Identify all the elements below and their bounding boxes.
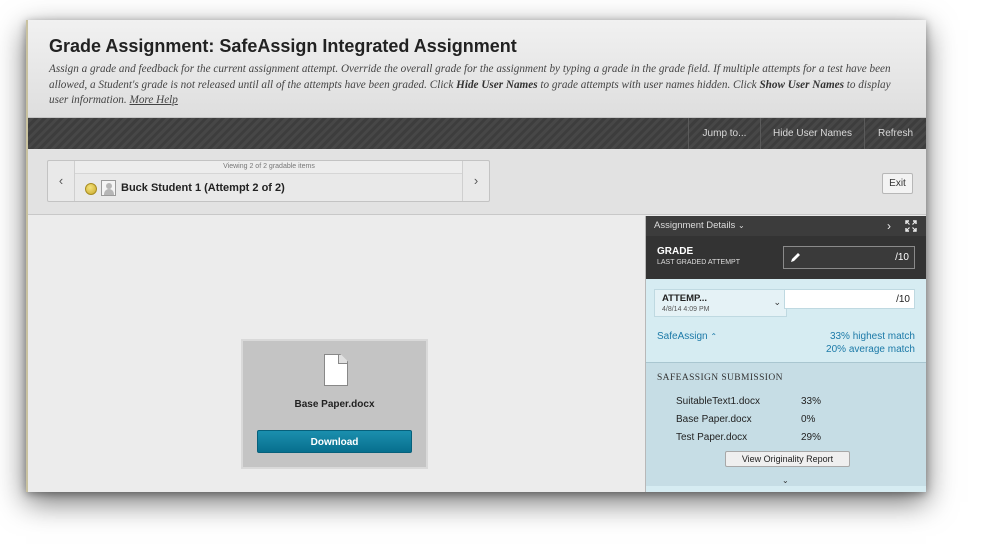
attempt-select[interactable]: ATTEMP... 4/8/14 4:09 PM ⌄ [654, 289, 787, 317]
document-icon [324, 354, 348, 386]
grade-sublabel: LAST GRADED ATTEMPT [657, 259, 740, 266]
grading-side-panel: Assignment Details ⌄ › GRADE LAST GRADED… [645, 216, 926, 492]
hide-user-names-emphasis: Hide User Names [456, 78, 538, 91]
page-header: Grade Assignment: SafeAssign Integrated … [26, 20, 926, 118]
chevron-down-icon: ⌄ [773, 297, 781, 307]
chevron-up-icon: ⌃ [710, 332, 718, 341]
exit-button[interactable]: Exit [882, 173, 913, 194]
student-name[interactable]: Buck Student 1 (Attempt 2 of 2) [121, 182, 285, 194]
file-name: Base Paper.docx [294, 399, 375, 410]
submission-file-name: Base Paper.docx [676, 414, 752, 425]
hide-user-names-button[interactable]: Hide User Names [760, 118, 864, 149]
grade-input[interactable]: /10 [783, 246, 915, 269]
instructions-text: Assign a grade and feedback for the curr… [49, 62, 909, 109]
panel-header: Assignment Details ⌄ › [646, 216, 926, 236]
action-toolbar: Jump to... Hide User Names Refresh [26, 118, 926, 149]
status-indicator-icon [85, 183, 97, 195]
jump-to-button[interactable]: Jump to... [688, 118, 760, 149]
download-button[interactable]: Download [257, 430, 412, 453]
submission-percent: 0% [801, 414, 816, 425]
chevron-left-icon[interactable]: ‹ [48, 161, 75, 201]
attempt-label: ATTEMP... [662, 293, 708, 304]
expand-icon[interactable] [905, 220, 917, 232]
average-match: 20% average match [826, 344, 915, 355]
chevron-right-icon[interactable]: › [462, 161, 489, 201]
chevron-right-icon[interactable]: › [887, 216, 891, 236]
assignment-details-dropdown[interactable]: Assignment Details ⌄ [654, 216, 745, 236]
page-title: Grade Assignment: SafeAssign Integrated … [49, 36, 517, 56]
navigation-row: ‹ Viewing 2 of 2 gradable items Buck Stu… [26, 149, 926, 215]
chevron-down-icon: ⌄ [737, 221, 745, 230]
submission-file-name: SuitableText1.docx [676, 396, 760, 407]
grade-label: GRADE [657, 246, 694, 257]
more-help-link[interactable]: More Help [130, 94, 178, 106]
submission-percent: 33% [801, 396, 822, 407]
chevron-down-icon[interactable]: ⌄ [782, 476, 789, 485]
student-navigator: ‹ Viewing 2 of 2 gradable items Buck Stu… [47, 160, 490, 202]
submission-file-name: Test Paper.docx [676, 432, 748, 443]
avatar [101, 180, 116, 196]
safeassign-label: SafeAssign [657, 331, 708, 342]
submission-row: Test Paper.docx 29% [646, 432, 926, 446]
highest-match: 33% highest match [829, 331, 915, 342]
show-user-names-emphasis: Show User Names [759, 78, 844, 91]
file-card: Base Paper.docx Download [241, 339, 428, 469]
grade-assignment-window: Grade Assignment: SafeAssign Integrated … [26, 20, 926, 492]
viewing-count: Viewing 2 of 2 gradable items [75, 161, 463, 174]
grade-section: GRADE LAST GRADED ATTEMPT /10 [646, 236, 926, 279]
safeassign-toggle[interactable]: SafeAssign ⌃ [657, 331, 717, 342]
view-originality-report-button[interactable]: View Originality Report [725, 451, 850, 467]
submission-row: Base Paper.docx 0% [646, 414, 926, 428]
document-viewer: Base Paper.docx Download [26, 216, 645, 492]
attempt-grade-input[interactable]: /10 [784, 289, 915, 309]
submission-row: SuitableText1.docx 33% [646, 396, 926, 410]
attempt-grade-max: /10 [896, 294, 910, 305]
refresh-button[interactable]: Refresh [864, 118, 926, 149]
grade-max: /10 [895, 252, 909, 263]
instructions-part-2: to grade attempts with user names hidden… [537, 78, 760, 91]
submission-percent: 29% [801, 432, 822, 443]
window-edge [26, 20, 28, 492]
submission-title: SAFEASSIGN SUBMISSION [657, 373, 783, 383]
pencil-icon [791, 253, 800, 262]
attempt-date: 4/8/14 4:09 PM [662, 306, 710, 313]
safeassign-submission: SAFEASSIGN SUBMISSION SuitableText1.docx… [646, 362, 926, 486]
assignment-details-label: Assignment Details [654, 220, 736, 231]
